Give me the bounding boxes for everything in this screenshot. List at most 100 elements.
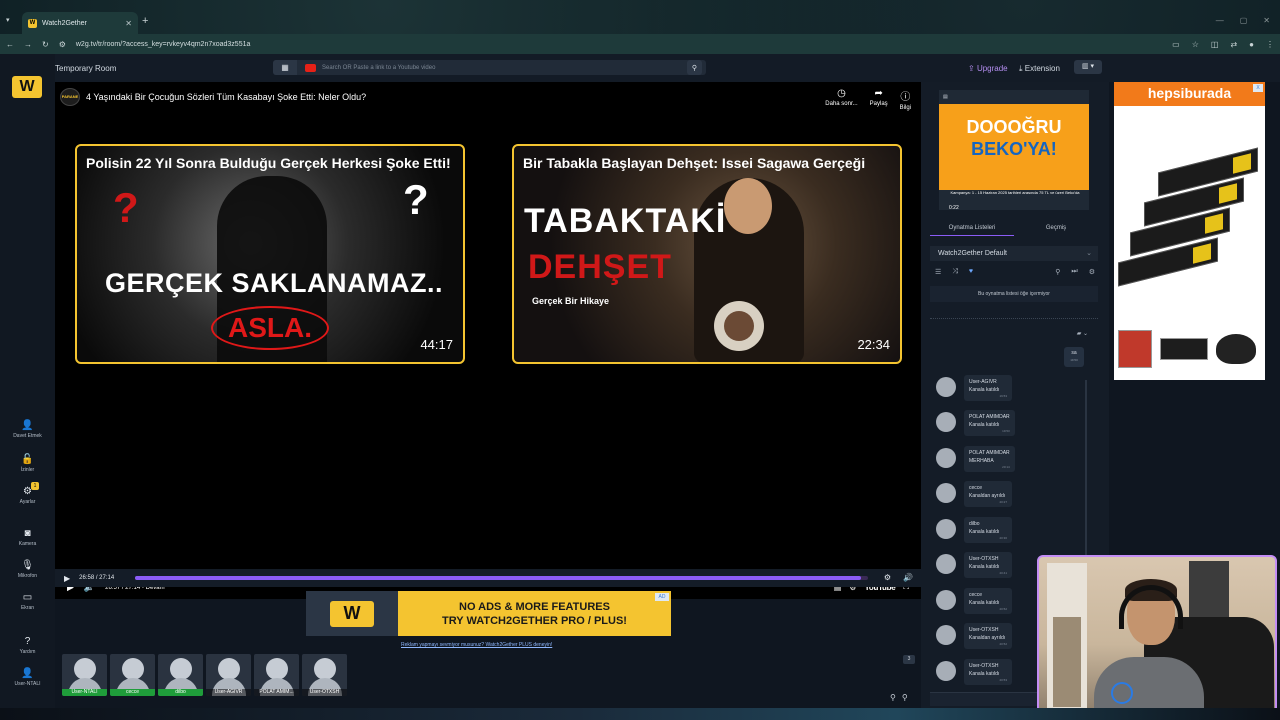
watch-later-button[interactable]: ◷ Daha sonr... [825, 88, 857, 111]
suggested-video-card[interactable]: Bir Tabakla Başlayan Dehşet: Issei Sagaw… [512, 144, 902, 364]
nav-permissions[interactable]: 🔓 İzinler [0, 454, 55, 473]
browser-tab[interactable]: W Watch2Gether ✕ [22, 12, 138, 34]
gear-icon[interactable]: ⚙ [1089, 268, 1095, 276]
microphone-icon: 🎙 [21, 560, 34, 571]
video-title[interactable]: 4 Yaşındaki Bir Çocuğun Sözleri Tüm Kasa… [86, 92, 366, 102]
tab-history[interactable]: Geçmiş [1014, 225, 1098, 236]
browser-menu-icon[interactable]: ⋮ [1266, 40, 1274, 49]
playlist-empty-message: Bu oynatma listesi öğe içermiyor [930, 286, 1098, 302]
clock-icon: ◷ [837, 88, 846, 99]
zoom-in-icon[interactable]: ⚲ [902, 693, 908, 702]
shuffle-icon[interactable]: ⤨ [952, 268, 958, 276]
ad-line1: NO ADS & MORE FEATURES [459, 601, 610, 613]
close-tab-icon[interactable]: ✕ [125, 19, 132, 28]
info-button[interactable]: ⓘ Bilgi [900, 88, 911, 111]
avatar [936, 554, 956, 574]
ad-badge: AD [655, 593, 669, 601]
user-tile[interactable]: User-AGIVR [206, 654, 251, 696]
user-tile[interactable]: POLAT AMIM... [254, 654, 299, 696]
channel-logo[interactable]: PARANE [60, 88, 80, 106]
chat-message: dilbo Kanala katıldı 20:30 [936, 517, 1086, 550]
search-icon[interactable]: ⚲ [687, 60, 702, 75]
maximize-icon[interactable]: ▢ [1240, 16, 1248, 25]
video-player[interactable]: PARANE 4 Yaşındaki Bir Çocuğun Sözleri T… [55, 82, 921, 599]
ad-fineprint: Kampanya: 1 - 15 Haziran 2025 tarihleri … [950, 190, 1080, 195]
settings-icon[interactable]: ⚙ [884, 573, 891, 582]
bookmark-star-icon[interactable]: ☆ [1192, 40, 1199, 49]
layout-toggle-button[interactable]: ▥ ▾ [1074, 60, 1102, 74]
translate-icon[interactable]: ⇄ [1230, 40, 1237, 49]
w2g-logo: W [330, 600, 374, 627]
ad-brand: hepsiburada [1114, 82, 1265, 106]
question-mark-right: ? [403, 176, 429, 223]
w2g-seek-bar[interactable] [135, 576, 868, 580]
question-mark-left: ? [113, 184, 139, 231]
nav-settings[interactable]: ⚙ 1 Ayarlar [0, 482, 55, 505]
card-subtitle: Gerçek Bir Hikaye [532, 296, 610, 306]
skip-icon[interactable]: ⏭ [1071, 268, 1077, 276]
play-icon[interactable]: ▶ [64, 574, 70, 583]
user-tile[interactable]: dilbo [158, 654, 203, 696]
share-button[interactable]: ➦ Paylaş [870, 88, 888, 111]
search-placeholder: Search OR Paste a link to a Youtube vide… [322, 64, 436, 71]
heart-icon[interactable]: ♥ [969, 268, 973, 276]
card-headline: TABAKTAKİ [524, 202, 727, 240]
hepsiburada-ad[interactable]: hepsiburada X [1114, 82, 1265, 380]
site-info-icon[interactable]: ⚙ [59, 40, 66, 49]
search-icon[interactable]: ⚲ [1055, 268, 1060, 276]
tab-search-icon[interactable]: ▾ [6, 16, 10, 24]
forward-icon[interactable]: → [24, 40, 32, 49]
extension-link[interactable]: ⤓ Extension [1019, 64, 1060, 74]
product-thumb [1160, 338, 1208, 360]
back-icon[interactable]: ← [6, 40, 14, 49]
nav-screen[interactable]: ▭ Ekran [0, 592, 55, 611]
new-tab-icon[interactable]: + [142, 15, 148, 27]
reload-icon[interactable]: ↻ [42, 40, 49, 49]
nav-user[interactable]: 👤 User-NTALI [0, 668, 55, 687]
volume-icon[interactable]: 🔊 [903, 573, 913, 582]
screen-icon: ▭ [22, 592, 33, 603]
chat-options-icon[interactable]: ▰ ⌄ [1077, 330, 1088, 337]
divider [930, 318, 1098, 319]
tab-playlists[interactable]: Oynatma Listeleri [930, 225, 1014, 236]
settings-badge: 1 [31, 482, 39, 490]
apps-grid-icon[interactable]: ▦ [273, 60, 297, 75]
user-icon: 👤 [21, 668, 34, 679]
video-search-input[interactable]: ▦ Search OR Paste a link to a Youtube vi… [273, 60, 706, 75]
chat-message: POLAT AMIMDAR Kanala katıldı 19:53 [936, 410, 1086, 443]
list-icon[interactable]: ☰ [935, 268, 941, 276]
room-name[interactable]: Temporary Room [55, 64, 116, 73]
card-title: Polisin 22 Yıl Sonra Bulduğu Gerçek Herk… [86, 155, 451, 171]
w2g-logo[interactable]: W [12, 76, 42, 98]
user-tile[interactable]: cecce [110, 654, 155, 696]
suggested-video-card[interactable]: ? ? Polisin 22 Yıl Sonra Bulduğu Gerçek … [75, 144, 465, 364]
extensions-icon[interactable]: ◫ [1211, 40, 1219, 49]
ad-menu-icon[interactable]: ▤ [943, 94, 948, 100]
user-list: User-NTALI cecce dilbo User-AGIVR POLAT … [62, 654, 347, 696]
beko-ad[interactable]: ▤ DOOOĞRU BEKO'YA! Kampanya: 1 - 15 Hazi… [939, 90, 1089, 211]
profile-icon[interactable]: ● [1249, 40, 1254, 49]
nav-camera[interactable]: ◙ Kamera [0, 528, 55, 547]
product-thumb [1118, 330, 1152, 368]
pro-ad-banner[interactable]: W NO ADS & MORE FEATURES TRY WATCH2GETHE… [306, 591, 671, 636]
plus-ad-link[interactable]: Reklam yapmayı sevmiyor musunuz? Watch2G… [401, 642, 552, 648]
avatar [936, 661, 956, 681]
zoom-out-icon[interactable]: ⚲ [890, 693, 896, 702]
minimize-icon[interactable]: — [1216, 16, 1224, 25]
nav-invite[interactable]: 👤 Davet Etmek [0, 420, 55, 439]
close-window-icon[interactable]: ✕ [1263, 16, 1270, 25]
youtube-icon [305, 63, 316, 72]
upgrade-link[interactable]: ⇪ Upgrade [968, 64, 1008, 73]
cast-icon[interactable]: ▭ [1172, 40, 1180, 49]
nav-microphone[interactable]: 🎙 Mikrofon [0, 560, 55, 579]
w2g-time: 26:58 / 27:14 [79, 575, 115, 581]
url-field[interactable]: w2g.tv/tr/room/?access_key=rvkeyv4qm2n7x… [76, 41, 1162, 48]
playlist-select[interactable]: Watch2Gether Default ⌄ [930, 246, 1098, 261]
user-tile[interactable]: User-NTALI [62, 654, 107, 696]
browser-tabbar: ▾ W Watch2Gether ✕ + — ▢ ✕ [0, 0, 1280, 34]
ad-close-icon[interactable]: X [1253, 84, 1263, 92]
chevron-down-icon: ⌄ [1086, 250, 1092, 257]
user-tile[interactable]: User-OTXSH [302, 654, 347, 696]
nav-help[interactable]: ? Yardım [0, 636, 55, 655]
avatar [936, 590, 956, 610]
